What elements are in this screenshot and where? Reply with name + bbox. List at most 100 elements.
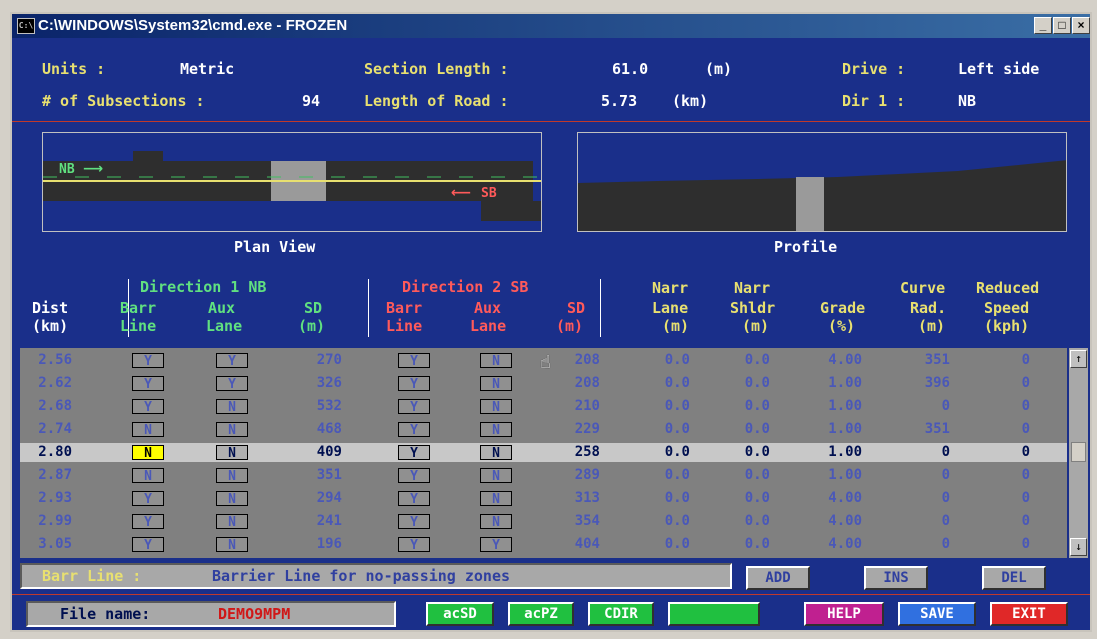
acsd-button[interactable]: acSD — [426, 602, 494, 626]
speed-cell[interactable]: 0 — [986, 489, 1030, 508]
shldr-cell[interactable]: 0.0 — [726, 443, 770, 462]
shldr-cell[interactable]: 0.0 — [726, 351, 770, 370]
aux1-toggle[interactable]: Y — [216, 376, 248, 392]
dist-cell[interactable]: 2.93 — [28, 489, 72, 508]
barr2-toggle[interactable]: Y — [398, 514, 430, 530]
barr2-toggle[interactable]: Y — [398, 353, 430, 369]
add-row-button[interactable]: ADD — [746, 566, 810, 590]
sd1-cell[interactable]: 326 — [290, 374, 342, 393]
curve-cell[interactable]: 351 — [892, 351, 950, 370]
curve-cell[interactable]: 0 — [892, 489, 950, 508]
aux2-toggle[interactable]: N — [480, 468, 512, 484]
curve-cell[interactable]: 0 — [892, 535, 950, 554]
grade-cell[interactable]: 4.00 — [806, 512, 862, 531]
sd2-cell[interactable]: 208 — [540, 374, 600, 393]
dist-cell[interactable]: 2.99 — [28, 512, 72, 531]
dist-cell[interactable]: 2.74 — [28, 420, 72, 439]
shldr-cell[interactable]: 0.0 — [726, 466, 770, 485]
sd2-cell[interactable]: 313 — [540, 489, 600, 508]
blank-button[interactable] — [668, 602, 760, 626]
aux1-toggle[interactable]: N — [216, 491, 248, 507]
barr1-toggle[interactable]: N — [132, 468, 164, 484]
aux1-toggle[interactable]: N — [216, 422, 248, 438]
speed-cell[interactable]: 0 — [986, 420, 1030, 439]
speed-cell[interactable]: 0 — [986, 535, 1030, 554]
minimize-button[interactable]: _ — [1034, 17, 1052, 34]
aux2-toggle[interactable]: N — [480, 376, 512, 392]
aux2-toggle[interactable]: N — [480, 422, 512, 438]
aux1-toggle[interactable]: N — [216, 537, 248, 553]
aux1-toggle[interactable]: N — [216, 468, 248, 484]
barr2-toggle[interactable]: Y — [398, 376, 430, 392]
speed-cell[interactable]: 0 — [986, 466, 1030, 485]
speed-cell[interactable]: 0 — [986, 351, 1030, 370]
dist-cell[interactable]: 3.05 — [28, 535, 72, 554]
lane-cell[interactable]: 0.0 — [646, 351, 690, 370]
table-row[interactable]: 2.80 N N 409 Y N 258 0.0 0.0 1.00 0 0 — [20, 443, 1067, 462]
sd1-cell[interactable]: 196 — [290, 535, 342, 554]
grade-cell[interactable]: 1.00 — [806, 443, 862, 462]
shldr-cell[interactable]: 0.0 — [726, 397, 770, 416]
aux1-toggle[interactable]: Y — [216, 353, 248, 369]
lane-cell[interactable]: 0.0 — [646, 512, 690, 531]
grade-cell[interactable]: 1.00 — [806, 466, 862, 485]
barr2-toggle[interactable]: Y — [398, 468, 430, 484]
scroll-down-icon[interactable]: ↓ — [1070, 538, 1087, 556]
sd2-cell[interactable]: 229 — [540, 420, 600, 439]
grade-cell[interactable]: 4.00 — [806, 535, 862, 554]
table-row[interactable]: 2.93 Y N 294 Y N 313 0.0 0.0 4.00 0 0 — [20, 489, 1067, 508]
shldr-cell[interactable]: 0.0 — [726, 512, 770, 531]
acpz-button[interactable]: acPZ — [508, 602, 574, 626]
lane-cell[interactable]: 0.0 — [646, 489, 690, 508]
cdir-button[interactable]: CDIR — [588, 602, 654, 626]
grade-cell[interactable]: 4.00 — [806, 489, 862, 508]
sd1-cell[interactable]: 270 — [290, 351, 342, 370]
curve-cell[interactable]: 0 — [892, 443, 950, 462]
speed-cell[interactable]: 0 — [986, 374, 1030, 393]
grade-cell[interactable]: 1.00 — [806, 420, 862, 439]
table-row[interactable]: 2.87 N N 351 Y N 289 0.0 0.0 1.00 0 0 — [20, 466, 1067, 485]
shldr-cell[interactable]: 0.0 — [726, 489, 770, 508]
lane-cell[interactable]: 0.0 — [646, 535, 690, 554]
exit-button[interactable]: EXIT — [990, 602, 1068, 626]
aux2-toggle[interactable]: N — [480, 399, 512, 415]
delete-row-button[interactable]: DEL — [982, 566, 1046, 590]
speed-cell[interactable]: 0 — [986, 397, 1030, 416]
barr1-toggle[interactable]: N — [132, 445, 164, 461]
lane-cell[interactable]: 0.0 — [646, 397, 690, 416]
aux2-toggle[interactable]: N — [480, 514, 512, 530]
barr2-toggle[interactable]: Y — [398, 422, 430, 438]
lane-cell[interactable]: 0.0 — [646, 443, 690, 462]
table-row[interactable]: 3.05 Y N 196 Y Y 404 0.0 0.0 4.00 0 0 — [20, 535, 1067, 554]
barr2-toggle[interactable]: Y — [398, 445, 430, 461]
grade-cell[interactable]: 1.00 — [806, 374, 862, 393]
aux2-toggle[interactable]: N — [480, 353, 512, 369]
table-row[interactable]: 2.99 Y N 241 Y N 354 0.0 0.0 4.00 0 0 — [20, 512, 1067, 531]
curve-cell[interactable]: 351 — [892, 420, 950, 439]
curve-cell[interactable]: 0 — [892, 397, 950, 416]
sd1-cell[interactable]: 468 — [290, 420, 342, 439]
table-scrollbar[interactable]: ↑ ↓ — [1069, 348, 1088, 558]
curve-cell[interactable]: 0 — [892, 512, 950, 531]
sd2-cell[interactable]: 289 — [540, 466, 600, 485]
lane-cell[interactable]: 0.0 — [646, 466, 690, 485]
grade-cell[interactable]: 4.00 — [806, 351, 862, 370]
scroll-up-icon[interactable]: ↑ — [1070, 350, 1087, 368]
dist-cell[interactable]: 2.80 — [28, 443, 72, 462]
barr2-toggle[interactable]: Y — [398, 537, 430, 553]
sd2-cell[interactable]: 354 — [540, 512, 600, 531]
dist-cell[interactable]: 2.87 — [28, 466, 72, 485]
speed-cell[interactable]: 0 — [986, 512, 1030, 531]
barr1-toggle[interactable]: Y — [132, 537, 164, 553]
table-row[interactable]: 2.62 Y Y 326 Y N 208 0.0 0.0 1.00 396 0 — [20, 374, 1067, 393]
sd1-cell[interactable]: 409 — [290, 443, 342, 462]
aux1-toggle[interactable]: N — [216, 445, 248, 461]
aux1-toggle[interactable]: N — [216, 399, 248, 415]
barr1-toggle[interactable]: Y — [132, 399, 164, 415]
barr1-toggle[interactable]: Y — [132, 491, 164, 507]
maximize-button[interactable]: □ — [1053, 17, 1071, 34]
grade-cell[interactable]: 1.00 — [806, 397, 862, 416]
aux2-toggle[interactable]: N — [480, 445, 512, 461]
insert-row-button[interactable]: INS — [864, 566, 928, 590]
sd1-cell[interactable]: 294 — [290, 489, 342, 508]
